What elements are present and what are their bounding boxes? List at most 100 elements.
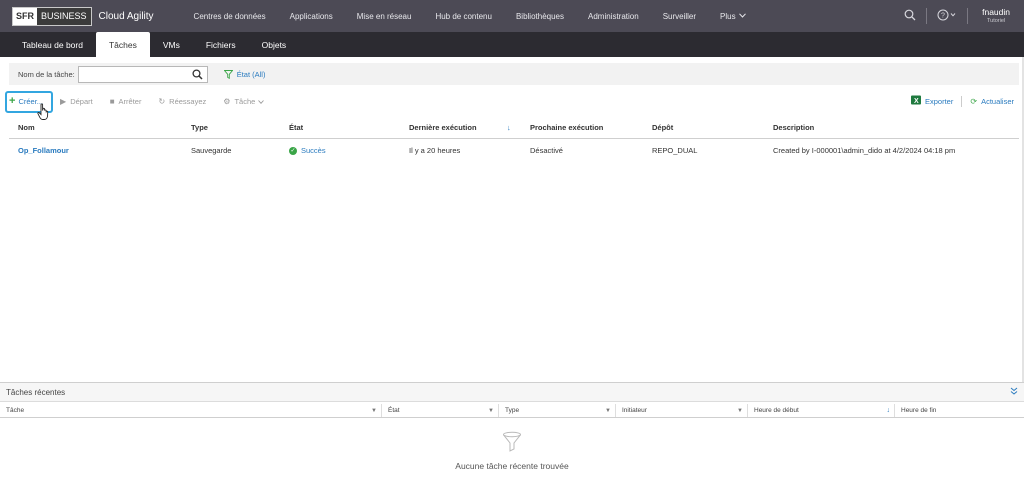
filter-icon[interactable]: ▼ — [605, 408, 611, 414]
task-description: Created by I-000001\admin_dido at 4/2/20… — [773, 145, 956, 155]
start-label: Départ — [70, 96, 93, 106]
recent-column-type[interactable]: Type ▼ — [499, 404, 616, 417]
column-header-last-run[interactable]: Dernière exécution ↓ — [409, 123, 530, 132]
sort-desc-icon[interactable]: ↓ — [887, 407, 891, 414]
column-header-type[interactable]: Type — [191, 123, 289, 132]
column-header-description[interactable]: Description — [773, 123, 1019, 132]
recent-tasks-header: Tâches récentes — [0, 383, 1024, 402]
state-filter[interactable]: État (All) — [223, 69, 266, 79]
task-type: Sauvegarde — [191, 145, 232, 155]
task-name-label: Nom de la tâche: — [18, 69, 75, 79]
recent-column-task-label: Tâche — [6, 407, 25, 414]
nav-mise-en-reseau[interactable]: Mise en réseau — [345, 0, 424, 32]
recent-column-type-label: Type — [505, 407, 520, 414]
recent-column-state-label: État — [388, 407, 400, 414]
nav-centres-de-donnees[interactable]: Centres de données — [182, 0, 278, 32]
chevron-down-icon — [258, 97, 265, 106]
export-button[interactable]: X Exporter — [911, 95, 953, 107]
recent-column-start-time-label: Heure de début — [754, 407, 799, 414]
task-last-run: Il y a 20 heures — [409, 145, 461, 155]
recent-column-state[interactable]: État ▼ — [382, 404, 499, 417]
task-name-search — [77, 65, 208, 83]
recent-column-task[interactable]: Tâche ▼ — [0, 404, 382, 417]
column-header-state[interactable]: État — [289, 123, 409, 132]
tab-taches[interactable]: Tâches — [95, 32, 150, 57]
refresh-icon: ⟳ — [970, 96, 978, 106]
refresh-label: Actualiser — [981, 96, 1014, 106]
retry-button[interactable]: ↻ Réessayez — [158, 97, 206, 106]
column-header-next-run[interactable]: Prochaine exécution — [530, 123, 652, 132]
empty-funnel-icon — [503, 431, 521, 452]
task-toolbar: + Créer... ▶ Départ ■ Arrêter ↻ Réessaye… — [5, 91, 1019, 120]
collapse-chevron-icon[interactable] — [1010, 387, 1018, 397]
app-name: Cloud Agility — [98, 10, 154, 22]
filter-icon[interactable]: ▼ — [737, 408, 743, 414]
recent-tasks-panel: Tâches récentes Tâche ▼ État ▼ Type ▼ Initi… — [0, 382, 1024, 498]
column-header-name[interactable]: Nom — [9, 123, 191, 132]
stop-button[interactable]: ■ Arrêter — [110, 97, 142, 106]
empty-state: Aucune tâche récente trouvée — [0, 431, 1024, 471]
success-check-icon: ✓ — [289, 146, 297, 155]
toolbar-right-actions: X Exporter ⟳ Actualiser — [911, 92, 1014, 110]
task-menu-button[interactable]: ⚙ Tâche — [223, 97, 265, 106]
svg-text:?: ? — [941, 12, 945, 19]
task-state-label: Succès — [301, 146, 326, 156]
nav-bibliotheques[interactable]: Bibliothèques — [504, 0, 576, 32]
recent-tasks-title: Tâches récentes — [6, 387, 66, 397]
nav-surveiller[interactable]: Surveiller — [651, 0, 708, 32]
retry-icon: ↻ — [158, 96, 166, 106]
recent-tasks-table-header: Tâche ▼ État ▼ Type ▼ Initiateur ▼ Heure de … — [0, 404, 1024, 418]
search-icon[interactable] — [192, 68, 203, 80]
divider — [967, 8, 969, 24]
tab-vms[interactable]: VMs — [150, 32, 193, 57]
tab-tableau-de-bord[interactable]: Tableau de bord — [9, 32, 96, 57]
recent-column-initiator-label: Initiateur — [622, 407, 647, 414]
tab-fichiers[interactable]: Fichiers — [193, 32, 249, 57]
excel-icon: X — [911, 95, 921, 107]
state-filter-label: État (All) — [236, 69, 266, 79]
filter-icon[interactable]: ▼ — [371, 408, 377, 414]
sfr-business-logo[interactable]: SFR BUSINESS — [12, 6, 92, 26]
logo-sfr: SFR — [13, 7, 37, 25]
start-button[interactable]: ▶ Départ — [60, 97, 93, 106]
divider — [926, 8, 928, 24]
retry-label: Réessayez — [169, 96, 207, 106]
svg-text:X: X — [914, 98, 919, 105]
column-header-repo[interactable]: Dépôt — [652, 123, 773, 132]
task-repo: REPO_DUAL — [652, 145, 698, 155]
table-row[interactable]: Op_Follamour Sauvegarde ✓ Succès Il y a … — [9, 139, 1019, 161]
recent-column-end-time[interactable]: Heure de fin — [895, 404, 1024, 417]
task-name-link[interactable]: Op_Follamour — [18, 146, 69, 155]
nav-applications[interactable]: Applications — [278, 0, 345, 32]
recent-column-end-time-label: Heure de fin — [901, 407, 937, 414]
stop-label: Arrêter — [118, 96, 142, 106]
task-next-run: Désactivé — [530, 145, 563, 155]
sub-navigation: Tableau de bord Tâches VMs Fichiers Obje… — [0, 32, 1024, 57]
help-menu-button[interactable]: ? — [929, 9, 965, 24]
search-icon[interactable] — [896, 9, 924, 24]
chevron-down-icon — [738, 12, 746, 20]
create-button[interactable]: + Créer... — [5, 91, 53, 120]
filter-bar: Nom de la tâche: État (All) — [9, 63, 1019, 85]
user-menu[interactable]: fnaudin Tutoriel — [970, 8, 1024, 24]
table-header: Nom Type État Dernière exécution ↓ Proch… — [9, 117, 1019, 139]
top-navigation: SFR BUSINESS Cloud Agility Centres de do… — [0, 0, 1024, 32]
nav-plus-label: Plus — [720, 11, 736, 21]
column-header-last-run-label: Dernière exécution — [409, 123, 477, 132]
nav-hub-de-contenu[interactable]: Hub de contenu — [423, 0, 504, 32]
refresh-button[interactable]: ⟳ Actualiser — [970, 97, 1014, 106]
nav-administration[interactable]: Administration — [576, 0, 651, 32]
stop-icon: ■ — [109, 96, 115, 106]
recent-column-initiator[interactable]: Initiateur ▼ — [616, 404, 748, 417]
filter-icon[interactable]: ▼ — [488, 408, 494, 414]
recent-column-start-time[interactable]: Heure de début ↓ — [748, 404, 895, 417]
filter-funnel-icon — [223, 69, 233, 79]
task-name-input[interactable] — [78, 66, 189, 82]
user-name: fnaudin — [982, 7, 1010, 17]
empty-state-message: Aucune tâche récente trouvée — [455, 461, 569, 471]
nav-right-group: ? fnaudin Tutoriel — [896, 0, 1024, 32]
tab-objets[interactable]: Objets — [249, 32, 300, 57]
tasks-table: Nom Type État Dernière exécution ↓ Proch… — [9, 117, 1019, 161]
nav-plus-menu[interactable]: Plus — [708, 0, 758, 32]
status-badge: ✓ Succès — [289, 146, 326, 155]
